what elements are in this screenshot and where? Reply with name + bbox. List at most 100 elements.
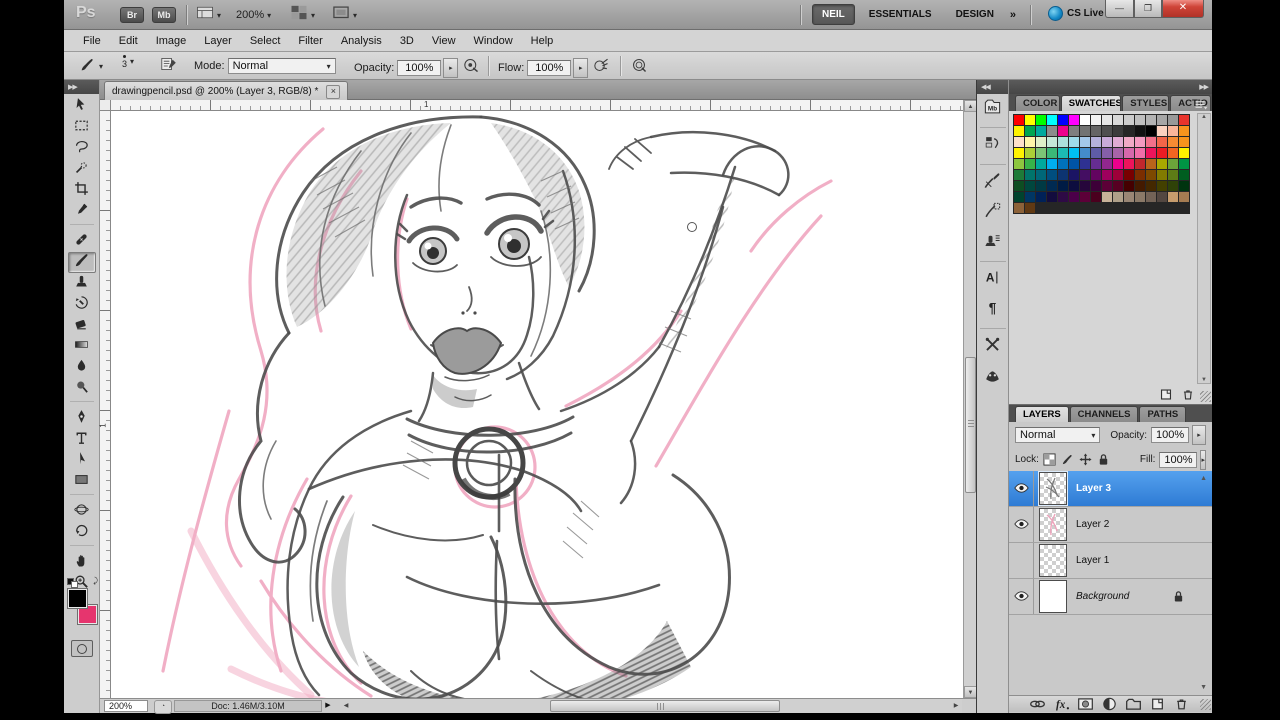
tab-color[interactable]: COLOR (1015, 95, 1060, 111)
menu-filter[interactable]: Filter (289, 32, 331, 50)
color-swatch[interactable] (1113, 181, 1123, 191)
3d-roll-tool[interactable] (68, 522, 96, 543)
flow-input[interactable]: 100% (527, 60, 571, 76)
color-swatch[interactable] (1014, 126, 1024, 136)
color-swatch[interactable] (1036, 181, 1046, 191)
menu-help[interactable]: Help (522, 32, 563, 50)
color-swatch[interactable] (1157, 148, 1167, 158)
layer-thumbnail[interactable] (1039, 472, 1067, 505)
close-button[interactable]: ✕ (1162, 0, 1204, 18)
tools-panel-header[interactable]: ▶▶ (64, 80, 99, 94)
color-swatch[interactable] (1146, 159, 1156, 169)
color-swatch[interactable] (1102, 181, 1112, 191)
airbrush-toggle-button[interactable] (592, 57, 610, 76)
color-swatch[interactable] (1036, 115, 1046, 125)
swatches-scrollbar[interactable]: ▲ ▼ (1197, 113, 1211, 384)
move-tool[interactable] (68, 96, 96, 117)
layer-mask-button[interactable] (1077, 697, 1094, 711)
color-swatch[interactable] (1102, 192, 1112, 202)
color-swatch[interactable] (1058, 181, 1068, 191)
color-swatch[interactable] (1113, 115, 1123, 125)
menu-image[interactable]: Image (147, 32, 196, 50)
color-swatch[interactable] (1025, 170, 1035, 180)
layer-thumbnail[interactable] (1039, 580, 1067, 613)
color-swatch[interactable] (1014, 159, 1024, 169)
color-swatch[interactable] (1025, 203, 1035, 213)
menu-select[interactable]: Select (241, 32, 290, 50)
color-swatch[interactable] (1168, 137, 1178, 147)
color-swatch[interactable] (1025, 181, 1035, 191)
color-swatch[interactable] (1179, 137, 1189, 147)
blur-tool[interactable] (68, 357, 96, 378)
color-swatch[interactable] (1080, 170, 1090, 180)
color-swatch[interactable] (1124, 170, 1134, 180)
color-swatch[interactable] (1179, 148, 1189, 158)
color-swatch[interactable] (1047, 148, 1057, 158)
color-swatch[interactable] (1135, 192, 1145, 202)
menu-view[interactable]: View (423, 32, 465, 50)
close-document-icon[interactable]: × (326, 85, 340, 99)
clone-source-panel-button[interactable] (980, 230, 1006, 256)
color-swatch[interactable] (1058, 192, 1068, 202)
layer-row-layer-3[interactable]: Layer 3 (1009, 471, 1212, 507)
color-swatch[interactable] (1124, 192, 1134, 202)
document-tab[interactable]: drawingpencil.psd @ 200% (Layer 3, RGB/8… (104, 81, 348, 101)
color-swatch[interactable] (1113, 159, 1123, 169)
screen-mode-dropdown[interactable]: ▾ (332, 6, 357, 24)
vertical-scroll-thumb[interactable] (965, 357, 976, 493)
layers-scroll-down[interactable]: ▼ (1200, 684, 1207, 691)
tab-styles[interactable]: STYLES (1122, 95, 1169, 111)
color-swatch[interactable] (1069, 170, 1079, 180)
color-swatch[interactable] (1146, 192, 1156, 202)
color-swatch[interactable] (1179, 181, 1189, 191)
default-colors-icon[interactable] (67, 578, 77, 587)
color-swatch[interactable] (1014, 137, 1024, 147)
color-swatch[interactable] (1058, 126, 1068, 136)
color-swatch[interactable] (1102, 159, 1112, 169)
color-swatch[interactable] (1124, 159, 1134, 169)
vertical-scrollbar[interactable]: ▲ ▼ (963, 100, 976, 698)
layers-scroll-up[interactable]: ▲ (1200, 475, 1207, 482)
rectangle-tool[interactable] (68, 471, 96, 492)
workspace-button-design[interactable]: DESIGN (946, 4, 1004, 25)
status-clock-icon[interactable]: ◔ (154, 700, 172, 714)
menu-window[interactable]: Window (465, 32, 522, 50)
masks-panel-button[interactable] (980, 364, 1006, 390)
color-swatch[interactable] (1135, 115, 1145, 125)
color-swatch[interactable] (1135, 159, 1145, 169)
character-panel-button[interactable]: A (980, 267, 1006, 293)
adjustment-layer-button[interactable] (1101, 697, 1118, 711)
color-swatch[interactable] (1058, 170, 1068, 180)
layer-fill-spinner[interactable]: ▸ (1200, 450, 1206, 470)
status-expand-arrow[interactable]: ▶ (322, 700, 334, 712)
scroll-right-arrow[interactable]: ▶ (950, 700, 962, 712)
spot-healing-brush-tool[interactable] (68, 231, 96, 252)
color-swatch[interactable] (1157, 159, 1167, 169)
color-swatch[interactable] (1069, 126, 1079, 136)
color-swatch[interactable] (1135, 126, 1145, 136)
toggle-brush-panel-button[interactable] (160, 56, 178, 75)
color-swatch[interactable] (1080, 159, 1090, 169)
color-swatch[interactable] (1146, 126, 1156, 136)
color-swatch[interactable] (1179, 159, 1189, 169)
color-swatch[interactable] (1146, 115, 1156, 125)
panel-resize-grip[interactable] (1200, 699, 1211, 710)
color-swatch[interactable] (1157, 115, 1167, 125)
color-swatch[interactable] (1157, 192, 1167, 202)
color-swatch[interactable] (1036, 137, 1046, 147)
tool-preset-picker[interactable]: ▾ (78, 57, 103, 76)
tablet-size-button[interactable] (630, 57, 648, 76)
layer-visibility-toggle[interactable] (1009, 543, 1034, 578)
tablet-opacity-button[interactable] (462, 57, 480, 76)
color-swatch[interactable] (1179, 126, 1189, 136)
color-swatch[interactable] (1102, 137, 1112, 147)
cs-live-button[interactable]: CS Live▾ (1048, 6, 1112, 21)
swatches-scroll-up[interactable]: ▲ (1198, 114, 1210, 120)
dodge-tool[interactable] (68, 378, 96, 399)
color-swatch[interactable] (1036, 170, 1046, 180)
menu-layer[interactable]: Layer (195, 32, 241, 50)
color-swatch[interactable] (1135, 148, 1145, 158)
color-swatch[interactable] (1157, 170, 1167, 180)
color-swatch[interactable] (1113, 126, 1123, 136)
color-swatch[interactable] (1091, 170, 1101, 180)
